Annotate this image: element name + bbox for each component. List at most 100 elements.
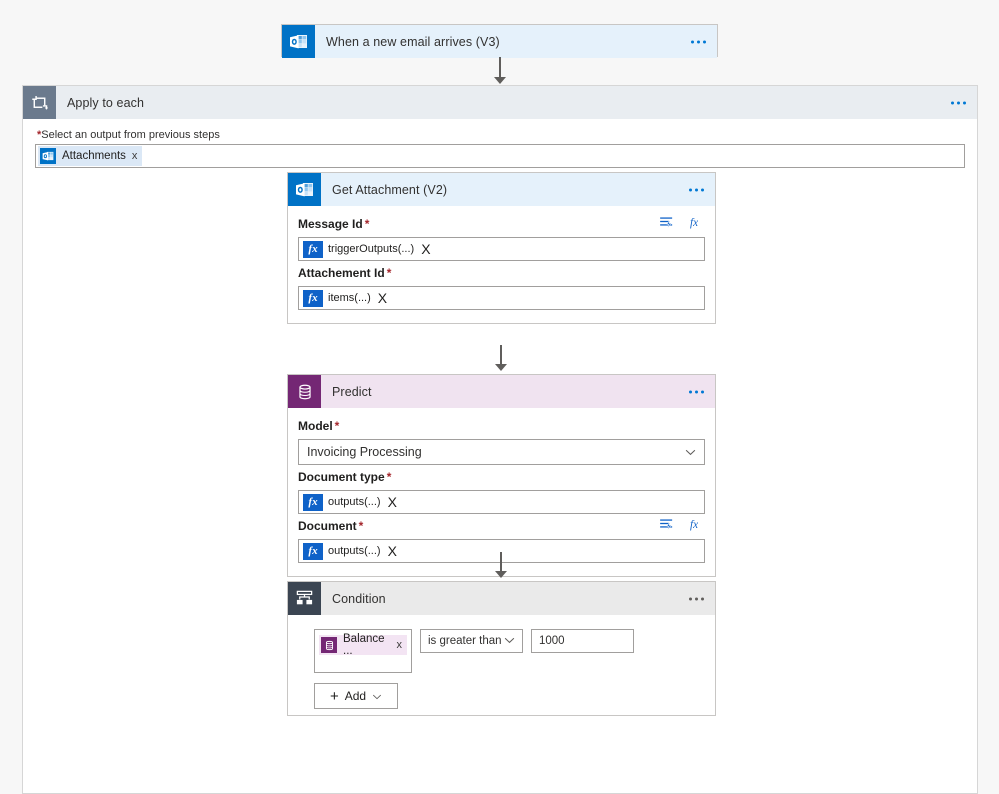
model-label-row: Model * — [298, 416, 705, 436]
fx-badge-icon: fx — [303, 493, 323, 511]
apply-to-each-input-label-text: Select an output from previous steps — [41, 129, 220, 141]
predict-header[interactable]: Predict — [288, 375, 715, 408]
connector-trigger-to-loop — [499, 57, 501, 79]
message-id-expression-text: triggerOutputs(...) — [328, 243, 415, 255]
document-expression-text: outputs(...) — [328, 545, 381, 557]
predict-body: Model * Invoicing Processing Document ty… — [288, 408, 715, 576]
condition-value-text: 1000 — [539, 635, 565, 647]
plus-icon: + — [329, 687, 339, 705]
message-id-input[interactable]: fx triggerOutputs(...) X — [298, 237, 705, 261]
attachement-id-remove-token[interactable]: X — [378, 291, 387, 305]
required-asterisk: * — [358, 519, 364, 533]
condition-body: Balance ... x is greater than 1000 + Add — [288, 615, 715, 720]
attachement-id-label-row: Attachement Id * — [298, 263, 705, 283]
chevron-down-icon — [372, 689, 382, 703]
condition-title: Condition — [332, 591, 386, 606]
model-selected-value: Invoicing Processing — [307, 445, 422, 459]
apply-to-each-body: * Select an output from previous steps At… — [23, 119, 977, 793]
chevron-down-icon — [504, 635, 515, 647]
connector-arrow-2 — [495, 364, 507, 371]
fx-badge-icon: fx — [303, 240, 323, 258]
connector-predict-to-condition — [500, 552, 502, 573]
get-attachment-title: Get Attachment (V2) — [332, 182, 448, 197]
document-type-expression-token[interactable]: fx outputs(...) X — [303, 493, 397, 511]
fx-badge-icon: fx — [303, 289, 323, 307]
ai-model-icon — [321, 637, 337, 653]
attachments-token-remove[interactable]: x — [132, 150, 138, 162]
condition-operator-dropdown[interactable]: is greater than — [420, 629, 523, 653]
get-attachment-header[interactable]: Get Attachment (V2) — [288, 173, 715, 206]
model-field: Model * Invoicing Processing — [298, 416, 705, 465]
dynamic-content-icon[interactable] — [660, 216, 674, 232]
condition-more-button[interactable] — [689, 597, 704, 600]
dynamic-content-icon[interactable] — [660, 518, 674, 534]
attachement-id-expression-token[interactable]: fx items(...) X — [303, 289, 387, 307]
message-id-field: Message Id * fx fx triggerOutputs(...) X — [298, 214, 705, 261]
message-id-actions: fx — [660, 216, 703, 232]
apply-to-each-header[interactable]: Apply to each — [23, 86, 977, 119]
message-id-remove-token[interactable]: X — [421, 242, 430, 256]
required-asterisk: * — [386, 470, 392, 484]
get-attachment-more-button[interactable] — [689, 188, 704, 191]
required-asterisk: * — [364, 217, 370, 231]
message-id-expression-token[interactable]: fx triggerOutputs(...) X — [303, 240, 431, 258]
outlook-icon — [40, 148, 56, 164]
condition-header[interactable]: Condition — [288, 582, 715, 615]
expression-fx-icon[interactable]: fx — [690, 216, 703, 232]
document-type-remove-token[interactable]: X — [388, 495, 397, 509]
condition-row: Balance ... x is greater than 1000 — [314, 629, 705, 673]
predict-card[interactable]: Predict Model * Invoicing Processing Doc… — [287, 374, 716, 577]
condition-operator-value: is greater than — [428, 635, 502, 647]
attachments-token-chip[interactable]: Attachments x — [38, 146, 143, 166]
get-attachment-body: Message Id * fx fx triggerOutputs(...) X… — [288, 206, 715, 323]
condition-card[interactable]: Condition Balance ... x is greater than … — [287, 581, 716, 716]
ai-model-icon — [288, 375, 321, 408]
trigger-card[interactable]: When a new email arrives (V3) — [281, 24, 718, 58]
balance-token-label: Balance ... — [343, 633, 385, 657]
chevron-down-icon — [685, 445, 696, 459]
apply-to-each-container: Apply to each * Select an output from pre… — [22, 85, 978, 794]
message-id-label-row: Message Id * fx — [298, 214, 705, 234]
attachement-id-label: Attachement Id — [298, 266, 385, 280]
outlook-icon — [288, 173, 321, 206]
trigger-card-header[interactable]: When a new email arrives (V3) — [282, 25, 717, 58]
document-expression-token[interactable]: fx outputs(...) X — [303, 542, 397, 560]
predict-more-button[interactable] — [689, 390, 704, 393]
trigger-more-button[interactable] — [691, 40, 706, 43]
required-asterisk: * — [386, 266, 392, 280]
attachement-id-expression-text: items(...) — [328, 292, 371, 304]
document-type-label: Document type — [298, 470, 385, 484]
document-type-input[interactable]: fx outputs(...) X — [298, 490, 705, 514]
loop-icon — [23, 86, 56, 119]
document-actions: fx — [660, 518, 703, 534]
connector-arrow-3 — [495, 571, 507, 578]
attachments-token-label: Attachments — [62, 150, 126, 162]
apply-to-each-input-label: *Select an output from previous steps — [35, 129, 965, 141]
predict-title: Predict — [332, 384, 372, 399]
expression-fx-icon[interactable]: fx — [690, 518, 703, 534]
required-asterisk: * — [334, 419, 340, 433]
condition-branch-icon — [288, 582, 321, 615]
svg-text:fx: fx — [690, 217, 698, 229]
attachement-id-input[interactable]: fx items(...) X — [298, 286, 705, 310]
apply-to-each-input[interactable]: Attachments x — [35, 144, 965, 168]
model-dropdown[interactable]: Invoicing Processing — [298, 439, 705, 465]
model-label: Model — [298, 419, 333, 433]
document-label: Document — [298, 519, 357, 533]
apply-to-each-more-button[interactable] — [951, 101, 966, 104]
document-label-row: Document * fx — [298, 516, 705, 536]
condition-value-input[interactable]: 1000 — [531, 629, 634, 653]
document-remove-token[interactable]: X — [388, 544, 397, 558]
outlook-icon — [282, 25, 315, 58]
balance-token-chip[interactable]: Balance ... x — [319, 633, 407, 657]
document-type-label-row: Document type * — [298, 467, 705, 487]
attachement-id-field: Attachement Id * fx items(...) X — [298, 263, 705, 310]
trigger-title: When a new email arrives (V3) — [326, 34, 500, 49]
svg-text:fx: fx — [690, 519, 698, 531]
condition-add-label: Add — [344, 689, 367, 703]
get-attachment-card[interactable]: Get Attachment (V2) Message Id * fx fx t… — [287, 172, 716, 324]
message-id-label: Message Id — [298, 217, 363, 231]
condition-left-operand[interactable]: Balance ... x — [314, 629, 412, 673]
condition-add-button[interactable]: + Add — [314, 683, 398, 709]
balance-token-remove[interactable]: x — [397, 639, 403, 651]
